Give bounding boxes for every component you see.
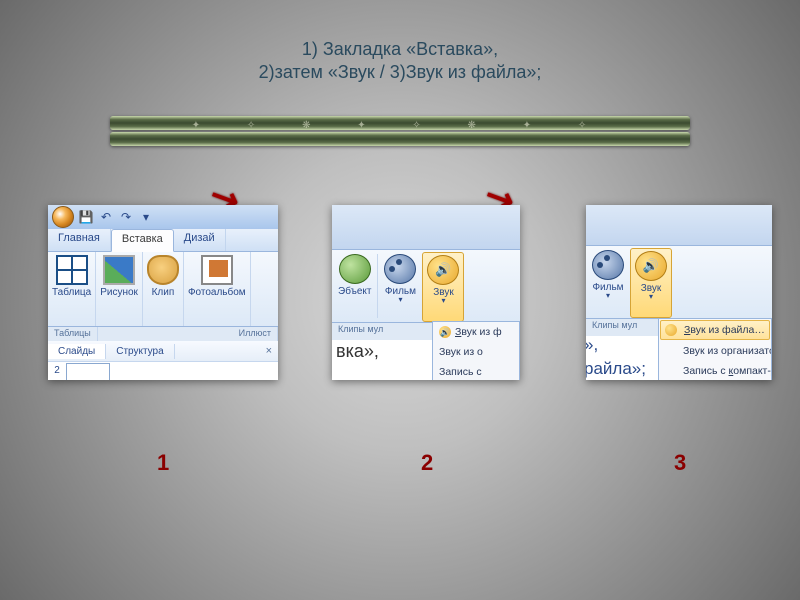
slides-pane-tabs: Слайды Структура × <box>48 341 278 362</box>
group-tables-label: Таблицы <box>48 327 98 341</box>
sound-button[interactable]: Звук ▾ <box>630 248 672 318</box>
office-button[interactable] <box>52 206 74 228</box>
sound-icon: 🔊 <box>439 326 451 338</box>
background-text: », <box>586 335 598 355</box>
ribbon: Фильм ▾ Звук ▾ <box>586 246 772 319</box>
clip-icon <box>147 255 179 285</box>
tab-home[interactable]: Главная <box>48 229 111 251</box>
film-button[interactable]: Фильм ▾ <box>586 246 630 318</box>
object-button[interactable]: Эбъект <box>332 250 377 322</box>
menu-record-from-cd[interactable]: Запись с <box>433 362 519 380</box>
slide-title: 1) Закладка «Вставка», 2)затем «Звук / 3… <box>0 38 800 83</box>
picture-button[interactable]: Рисунок <box>96 252 143 326</box>
tab-insert[interactable]: Вставка <box>111 229 174 252</box>
sound-dropdown-menu: Звук из файла… Звук из организато Запись… <box>658 318 772 380</box>
step-number-3: 3 <box>674 450 686 476</box>
picture-icon <box>103 255 135 285</box>
ribbon: Таблица Рисунок Клип Фотоальбом <box>48 252 278 327</box>
title-line-1: 1) Закладка «Вставка», <box>0 38 800 61</box>
table-icon <box>56 255 88 285</box>
qat-more-button[interactable]: ▾ <box>138 209 154 225</box>
tab-design[interactable]: Дизай <box>174 229 226 251</box>
chevron-down-icon: ▾ <box>441 296 445 305</box>
sound-icon <box>427 255 459 285</box>
table-button[interactable]: Таблица <box>48 252 96 326</box>
photoalbum-icon <box>201 255 233 285</box>
step-number-2: 2 <box>421 450 433 476</box>
sound-dropdown-menu: 🔊 ЗЗвук из фвук из ф Звук из о Запись с … <box>432 321 520 380</box>
ribbon-header-area <box>586 205 772 246</box>
menu-record-from-cd[interactable]: Запись с компакт-д <box>659 361 771 380</box>
menu-sound-from-organizer[interactable]: Звук из о <box>433 342 519 362</box>
slide-number: 2 <box>48 362 66 380</box>
ribbon: Эбъект Фильм ▾ Звук ▾ <box>332 250 520 323</box>
clip-button[interactable]: Клип <box>143 252 184 326</box>
save-button[interactable]: 💾 <box>78 209 94 225</box>
undo-button[interactable]: ↶ <box>98 209 114 225</box>
ribbon-group-labels: Таблицы Иллюст <box>48 327 278 341</box>
screenshot-3: Фильм ▾ Звук ▾ Клипы мул Звук из файла… … <box>586 205 772 380</box>
sound-icon <box>635 251 667 281</box>
menu-sound-from-organizer[interactable]: Звук из организато <box>659 341 771 361</box>
step-number-1: 1 <box>157 450 169 476</box>
screenshot-2: Эбъект Фильм ▾ Звук ▾ Клипы мул 🔊 ЗЗвук … <box>332 205 520 380</box>
title-line-2: 2)затем «Звук / 3)Звук из файла»; <box>0 61 800 84</box>
chevron-down-icon: ▾ <box>398 295 402 304</box>
background-text: вка», <box>336 341 379 362</box>
screenshot-1: 💾 ↶ ↷ ▾ Главная Вставка Дизай Таблица Ри… <box>48 205 278 380</box>
background-text: райла»; <box>586 359 646 379</box>
menu-sound-from-file[interactable]: Звук из файла… <box>660 320 770 340</box>
pane-tab-slides[interactable]: Слайды <box>48 344 106 359</box>
chevron-down-icon: ▾ <box>649 292 653 301</box>
ornament-divider: ✦ ✧ ❋ ✦ ✧ ❋ ✦ ✧ <box>110 114 690 148</box>
film-icon <box>384 254 416 284</box>
ribbon-tabstrip: Главная Вставка Дизай <box>48 229 278 252</box>
film-icon <box>592 250 624 280</box>
pane-close-button[interactable]: × <box>260 345 278 357</box>
pane-tab-outline[interactable]: Структура <box>106 344 174 359</box>
sound-button[interactable]: Звук ▾ <box>422 252 464 322</box>
chevron-down-icon: ▾ <box>606 291 610 300</box>
menu-sound-from-file[interactable]: 🔊 ЗЗвук из фвук из ф <box>433 322 519 342</box>
quick-access-toolbar: 💾 ↶ ↷ ▾ <box>48 205 278 229</box>
object-icon <box>339 254 371 284</box>
photoalbum-button[interactable]: Фотоальбом <box>184 252 251 326</box>
slide-thumbnail[interactable] <box>66 363 110 380</box>
film-button[interactable]: Фильм ▾ <box>378 250 422 322</box>
ribbon-header-area <box>332 205 520 250</box>
redo-button[interactable]: ↷ <box>118 209 134 225</box>
group-illustrations-label: Иллюст <box>98 327 278 341</box>
slide-thumbnails: 2 <box>48 362 278 380</box>
